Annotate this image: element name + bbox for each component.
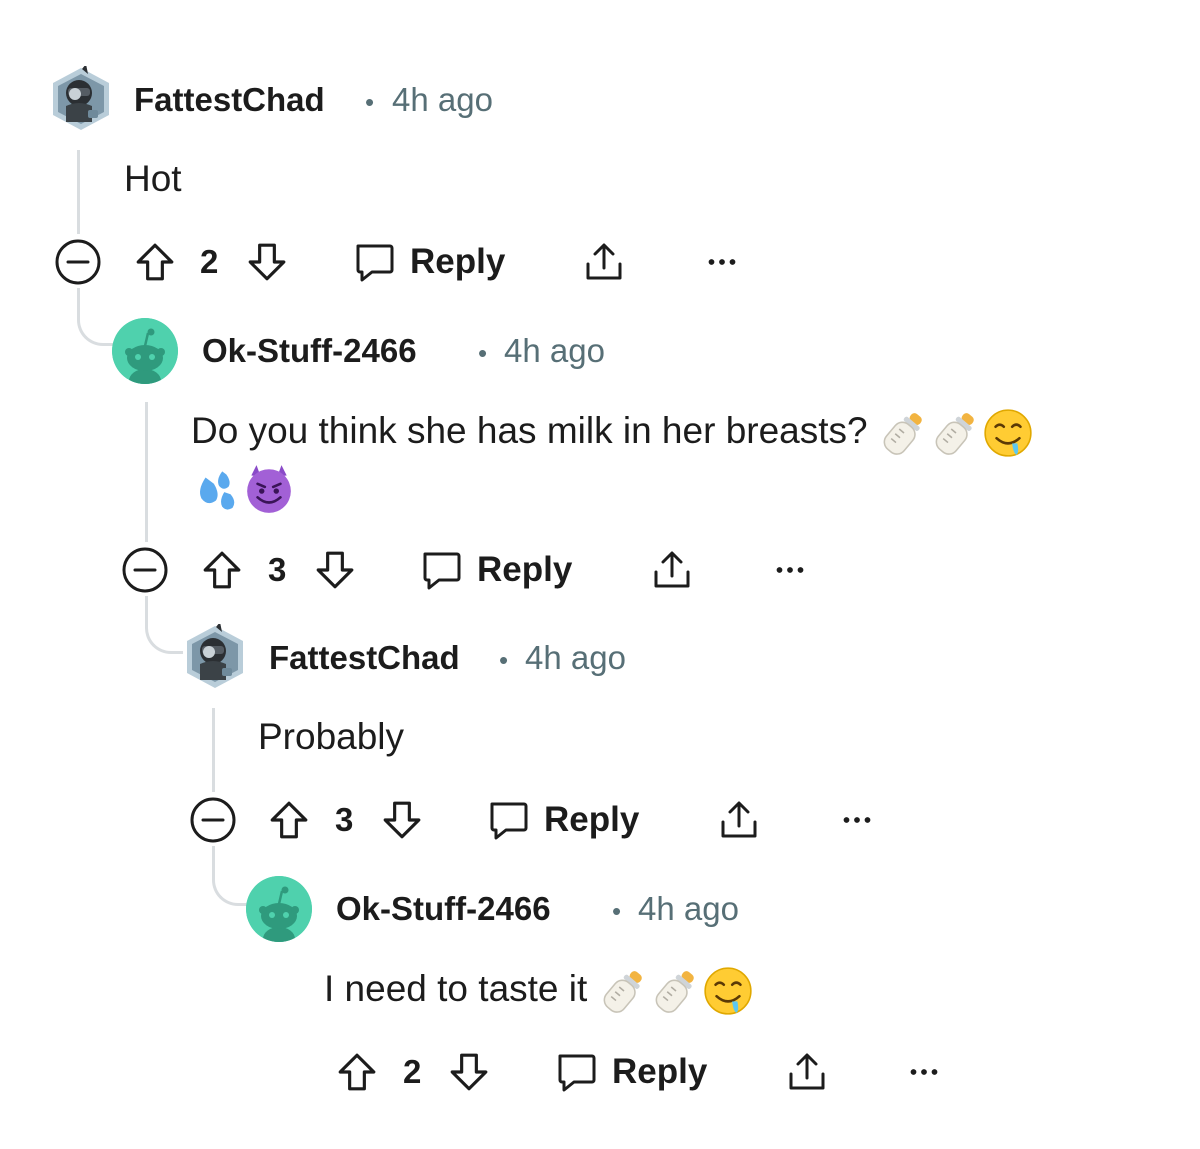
more-options-icon	[906, 1065, 942, 1079]
timestamp: 4h ago	[392, 81, 493, 118]
baby-bottle-icon	[650, 965, 702, 1017]
vote-count: 3	[335, 801, 354, 838]
upvote-icon	[134, 241, 176, 283]
vote-count: 2	[403, 1053, 422, 1090]
comment-actions: 2 Reply	[54, 232, 754, 292]
reply-label: Reply	[612, 1052, 708, 1091]
user-avatar-icon	[48, 66, 114, 132]
share-button[interactable]	[717, 790, 761, 850]
thread-line-3	[212, 708, 215, 792]
share-button[interactable]	[650, 540, 694, 600]
user-avatar-icon	[182, 624, 248, 690]
drooling-face-icon	[982, 407, 1034, 459]
avatar[interactable]	[48, 66, 114, 132]
reply-icon	[419, 548, 463, 592]
username[interactable]: Ok-Stuff-2466	[202, 332, 417, 370]
comment-body-text: I need to taste it	[324, 968, 588, 1009]
collapse-icon	[54, 238, 102, 286]
thread-elbow-1	[77, 288, 113, 346]
more-options-icon	[839, 813, 875, 827]
thread-line-1	[77, 150, 80, 234]
reply-button[interactable]: Reply	[554, 1042, 707, 1102]
reply-button[interactable]: Reply	[352, 232, 505, 292]
collapse-button[interactable]	[54, 232, 102, 292]
downvote-icon	[246, 241, 288, 283]
more-options-button[interactable]	[839, 790, 875, 850]
username[interactable]: Ok-Stuff-2466	[336, 890, 551, 928]
collapse-icon	[189, 796, 237, 844]
share-icon	[650, 548, 694, 592]
share-icon	[582, 240, 626, 284]
baby-bottle-icon	[930, 407, 982, 459]
separator-dot: •	[499, 645, 509, 675]
comment-body-text: Do you think she has milk in her breasts…	[191, 410, 868, 451]
downvote-button[interactable]	[381, 790, 423, 850]
snoo-avatar-icon	[112, 318, 178, 384]
upvote-button[interactable]	[201, 540, 243, 600]
downvote-icon	[381, 799, 423, 841]
share-icon	[785, 1050, 829, 1094]
reply-button[interactable]: Reply	[486, 790, 639, 850]
reply-button[interactable]: Reply	[419, 540, 572, 600]
reply-icon	[352, 240, 396, 284]
reply-label: Reply	[477, 550, 573, 589]
vote-count: 2	[200, 243, 219, 280]
reply-icon	[486, 798, 530, 842]
baby-bottle-icon	[878, 407, 930, 459]
downvote-icon	[314, 549, 356, 591]
downvote-button[interactable]	[314, 540, 356, 600]
share-button[interactable]	[582, 232, 626, 292]
username[interactable]: FattestChad	[269, 639, 460, 677]
reply-label: Reply	[544, 800, 640, 839]
downvote-button[interactable]	[246, 232, 288, 292]
upvote-button[interactable]	[268, 790, 310, 850]
more-options-icon	[772, 563, 808, 577]
comment-body: Hot	[124, 158, 182, 199]
thread-elbow-2	[145, 596, 183, 654]
upvote-icon	[336, 1051, 378, 1093]
timestamp: 4h ago	[525, 639, 626, 676]
comment-body: Probably	[258, 716, 405, 757]
more-options-button[interactable]	[906, 1042, 942, 1102]
timestamp: 4h ago	[638, 890, 739, 927]
reply-icon	[554, 1050, 598, 1094]
avatar[interactable]	[182, 624, 248, 690]
share-icon	[717, 798, 761, 842]
comment-actions: 3 Reply	[189, 790, 889, 850]
comment-body: Do you think she has milk in her breasts…	[191, 402, 1034, 460]
comment-body: I need to taste it	[324, 960, 754, 1018]
baby-bottle-icon	[598, 965, 650, 1017]
upvote-button[interactable]	[336, 1042, 378, 1102]
drooling-face-icon	[702, 965, 754, 1017]
comment-actions: 2 Reply	[336, 1042, 956, 1102]
thread-line-2	[145, 402, 148, 542]
smiling-face-with-horns-icon	[243, 463, 295, 515]
comment-actions: 3 Reply	[121, 540, 821, 600]
comment-body-line-2	[191, 458, 295, 516]
reply-label: Reply	[410, 242, 506, 281]
separator-dot: •	[478, 338, 488, 368]
timestamp: 4h ago	[504, 332, 605, 369]
thread-elbow-3	[212, 846, 248, 906]
avatar[interactable]	[246, 876, 312, 942]
more-options-button[interactable]	[772, 540, 808, 600]
separator-dot: •	[365, 87, 375, 117]
upvote-icon	[201, 549, 243, 591]
more-options-button[interactable]	[704, 232, 740, 292]
avatar[interactable]	[112, 318, 178, 384]
upvote-button[interactable]	[134, 232, 176, 292]
sweat-droplets-icon	[191, 463, 243, 515]
collapse-button[interactable]	[121, 540, 169, 600]
more-options-icon	[704, 255, 740, 269]
downvote-icon	[448, 1051, 490, 1093]
upvote-icon	[268, 799, 310, 841]
username[interactable]: FattestChad	[134, 81, 325, 119]
snoo-avatar-icon	[246, 876, 312, 942]
downvote-button[interactable]	[448, 1042, 490, 1102]
collapse-icon	[121, 546, 169, 594]
share-button[interactable]	[785, 1042, 829, 1102]
separator-dot: •	[612, 896, 622, 926]
vote-count: 3	[268, 551, 287, 588]
collapse-button[interactable]	[189, 790, 237, 850]
